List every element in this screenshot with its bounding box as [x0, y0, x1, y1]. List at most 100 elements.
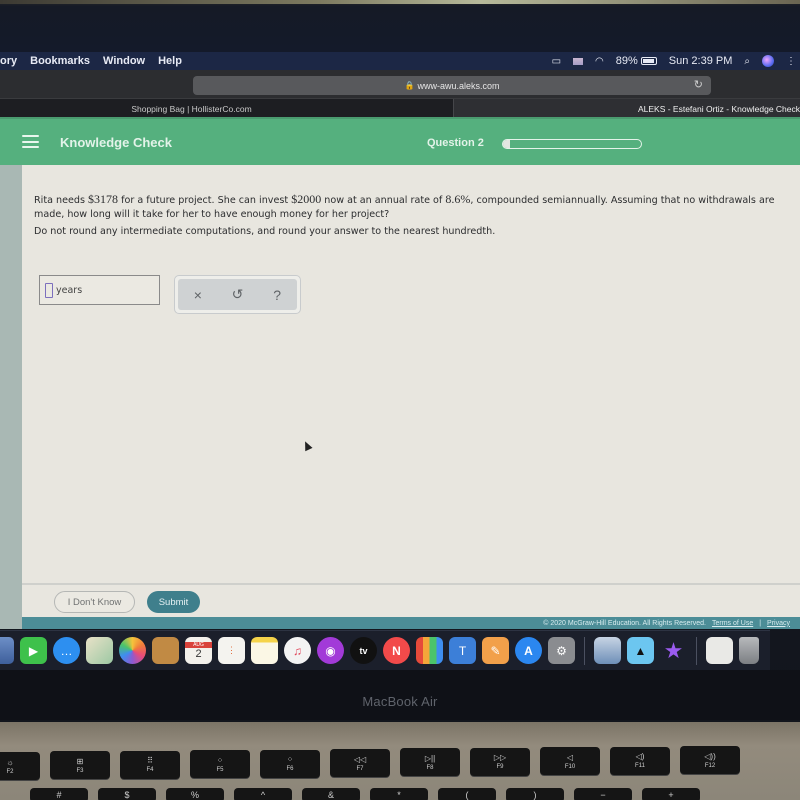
dock-podcasts-icon[interactable]: ◉	[317, 637, 344, 664]
copyright: © 2020 McGraw-Hill Education. All Rights…	[543, 619, 706, 627]
rate: 8.6%	[445, 192, 471, 206]
trash-icon[interactable]	[739, 637, 759, 664]
dont-know-button[interactable]: I Don't Know	[54, 591, 135, 613]
key-label: F2	[6, 768, 14, 775]
key-f7[interactable]: ◁◁ F7	[330, 749, 390, 777]
question-text: Rita needs $3178 for a future project. S…	[34, 192, 800, 222]
help-icon[interactable]: ?	[263, 287, 291, 303]
submit-button[interactable]: Submit	[147, 591, 200, 613]
answer-unit: years	[56, 284, 83, 296]
key-glyph: ▷▷	[493, 753, 507, 763]
key-label: F7	[356, 765, 364, 772]
privacy-link[interactable]: Privacy	[767, 620, 790, 627]
key-symbol[interactable]: $	[98, 788, 156, 800]
dock-facetime-icon[interactable]: ▶	[20, 637, 47, 664]
menu-window[interactable]: Window	[103, 55, 145, 67]
dock-system-preferences-icon[interactable]: ⚙	[548, 637, 575, 664]
answer-input[interactable]: years	[39, 275, 160, 305]
key-f4[interactable]: ⠿ F4	[120, 750, 180, 779]
key-symbol[interactable]: ^	[234, 788, 292, 800]
dock-imovie-icon[interactable]: ★	[660, 637, 687, 664]
more-icon[interactable]: ⋮	[786, 56, 796, 67]
dock-photos-icon[interactable]	[119, 637, 146, 664]
dock-image-capture-icon[interactable]	[594, 637, 621, 664]
key-f8[interactable]: ▷|| F8	[400, 748, 460, 777]
key-symbol[interactable]: #	[30, 788, 88, 800]
clock[interactable]: Sun 2:39 PM	[669, 55, 733, 67]
dock-music-icon[interactable]: ♫	[284, 637, 311, 664]
tab-bar: Shopping Bag | HollisterCo.com ALEKS - E…	[0, 98, 800, 118]
key-f2[interactable]: ☼ F2	[0, 752, 40, 780]
url-text: www-awu.aleks.com	[417, 80, 500, 91]
aleks-header: Knowledge Check Question 2	[0, 117, 800, 165]
key-symbol[interactable]: −	[574, 788, 632, 800]
dock-pages-icon[interactable]: ✎	[482, 637, 509, 664]
key-symbol[interactable]: *	[370, 788, 428, 800]
key-glyph: ▷||	[424, 753, 436, 763]
address-bar[interactable]: 🔒 www-awu.aleks.com ↻	[193, 76, 711, 95]
key-f6[interactable]: ⁘ F6	[260, 749, 320, 778]
key-glyph: ◁	[566, 752, 574, 762]
dock-app-store-icon[interactable]: A	[515, 637, 542, 664]
undo-icon[interactable]: ↺	[223, 286, 251, 303]
photo-of-laptop-screen: ory Bookmarks Window Help ▭ ◠ 89% Sun 2:…	[0, 0, 800, 800]
key-symbol[interactable]: %	[166, 788, 224, 800]
key-glyph: ⁘	[286, 755, 294, 765]
key-label: F4	[146, 767, 154, 774]
battery-status[interactable]: 89%	[616, 55, 657, 67]
dock-news-icon[interactable]: N	[383, 637, 410, 664]
dock-keynote-icon[interactable]: T	[449, 637, 476, 664]
key-symbol[interactable]: &	[302, 788, 360, 800]
tab-hollister[interactable]: Shopping Bag | HollisterCo.com	[0, 99, 453, 118]
dock-messages-icon[interactable]: …	[53, 637, 80, 664]
key-glyph: ⠿	[147, 756, 153, 766]
search-icon[interactable]: ⌕	[744, 56, 750, 67]
dock-numbers-icon[interactable]	[416, 637, 443, 664]
key-label: F5	[216, 766, 224, 773]
page-footer: © 2020 McGraw-Hill Education. All Rights…	[22, 617, 800, 629]
airplay-icon[interactable]: ▭	[552, 56, 561, 67]
key-label: F8	[426, 764, 434, 771]
dock-documents-icon[interactable]	[706, 637, 733, 664]
dock-contacts-icon[interactable]	[152, 637, 179, 664]
instructions: Do not round any intermediate computatio…	[34, 226, 496, 237]
key-symbol[interactable]: (	[438, 788, 496, 800]
dock-preview-icon[interactable]	[0, 637, 14, 664]
dock-tv-icon[interactable]: tv	[350, 637, 377, 664]
terms-link[interactable]: Terms of Use	[712, 620, 753, 627]
lock-icon: 🔒	[404, 81, 415, 90]
dock-reminders-icon[interactable]: ⋮	[218, 637, 245, 664]
key-f11[interactable]: ◁) F11	[610, 746, 670, 775]
question-label: Question 2	[427, 137, 484, 149]
menu-history[interactable]: ory	[0, 55, 17, 67]
dock-kindle-icon[interactable]: ▲	[627, 637, 654, 664]
key-symbol[interactable]: )	[506, 788, 564, 800]
key-f9[interactable]: ▷▷ F9	[470, 747, 530, 776]
answer-blank[interactable]	[45, 282, 53, 298]
clear-icon[interactable]: ×	[184, 287, 212, 303]
dock-maps-icon[interactable]	[86, 637, 113, 664]
key-label: F6	[286, 766, 294, 773]
key-f10[interactable]: ◁ F10	[540, 747, 600, 776]
key-f3[interactable]: ⊞ F3	[50, 751, 110, 780]
dock-notes-icon[interactable]	[251, 637, 278, 664]
key-f12[interactable]: ◁)) F12	[680, 746, 740, 774]
key-symbol[interactable]: +	[642, 788, 700, 800]
dock-calendar-icon[interactable]: AUG 2	[185, 637, 212, 664]
mac-menu-bar: ory Bookmarks Window Help ▭ ◠ 89% Sun 2:…	[0, 52, 800, 70]
reload-icon[interactable]: ↻	[694, 78, 703, 91]
key-f5[interactable]: ⁘ F5	[190, 750, 250, 779]
laptop-brand: MacBook Air	[362, 694, 438, 709]
key-label: F3	[76, 767, 84, 774]
flag-icon[interactable]	[573, 57, 584, 65]
menu-help[interactable]: Help	[158, 55, 182, 67]
menu-icon[interactable]	[22, 135, 39, 148]
page-title: Knowledge Check	[60, 135, 172, 150]
principal: $2000	[291, 192, 322, 206]
wifi-icon[interactable]: ◠	[595, 56, 604, 67]
dock-separator	[696, 636, 697, 665]
siri-icon[interactable]	[762, 55, 774, 67]
tab-aleks[interactable]: ALEKS - Estefani Ortiz - Knowledge Check	[453, 99, 800, 118]
tab-label: ALEKS - Estefani Ortiz - Knowledge Check	[637, 103, 800, 114]
menu-bookmarks[interactable]: Bookmarks	[30, 55, 90, 67]
